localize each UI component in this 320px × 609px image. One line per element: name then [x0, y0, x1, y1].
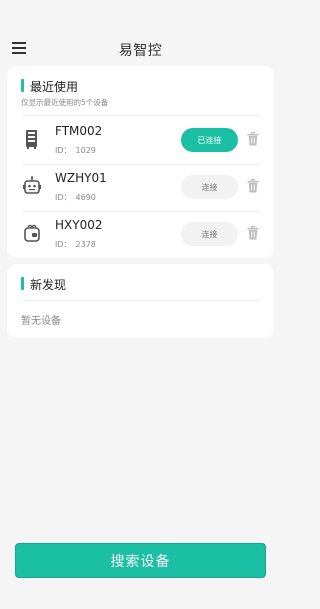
device-id: ID： 2378	[55, 240, 96, 249]
header: 易智控	[0, 36, 281, 64]
device-name: WZHY01	[55, 171, 107, 185]
robot-icon	[23, 176, 41, 194]
divider	[21, 115, 260, 116]
connect-button[interactable]: 连接	[181, 175, 238, 199]
device-name: HXY002	[55, 218, 103, 232]
app-screen: 易智控 最近使用 仅显示最近使用的5个设备 FTM002 ID： 1029 已连接	[0, 0, 281, 609]
recent-subtitle: 仅显示最近使用的5个设备	[21, 98, 109, 107]
device-name: FTM002	[55, 124, 103, 138]
trash-icon[interactable]	[247, 226, 259, 240]
discovered-devices-card: 新发现 暂无设备	[7, 264, 274, 338]
device-id: ID： 1029	[55, 146, 96, 155]
search-devices-button[interactable]: 搜索设备	[15, 543, 266, 578]
discovered-title: 新发现	[30, 278, 67, 292]
trash-icon[interactable]	[247, 179, 259, 193]
box-icon	[24, 224, 40, 242]
device-row-ftm002[interactable]: FTM002 ID： 1029 已连接	[7, 118, 274, 164]
connect-button[interactable]: 连接	[181, 222, 238, 246]
connected-button[interactable]: 已连接	[181, 128, 238, 152]
recent-title: 最近使用	[30, 80, 79, 94]
section-accent-bar	[21, 277, 24, 290]
trash-icon[interactable]	[247, 132, 259, 146]
device-row-wzhy01[interactable]: WZHY01 ID： 4690 连接	[7, 165, 274, 211]
device-id: ID： 4690	[55, 193, 96, 202]
page-title: 易智控	[118, 43, 163, 59]
empty-state-text: 暂无设备	[21, 316, 61, 327]
section-accent-bar	[21, 79, 24, 92]
cabinet-icon	[26, 130, 37, 149]
recent-devices-card: 最近使用 仅显示最近使用的5个设备 FTM002 ID： 1029 已连接 WZ…	[7, 66, 274, 258]
divider	[21, 300, 260, 301]
device-row-hxy002[interactable]: HXY002 ID： 2378 连接	[7, 212, 274, 258]
